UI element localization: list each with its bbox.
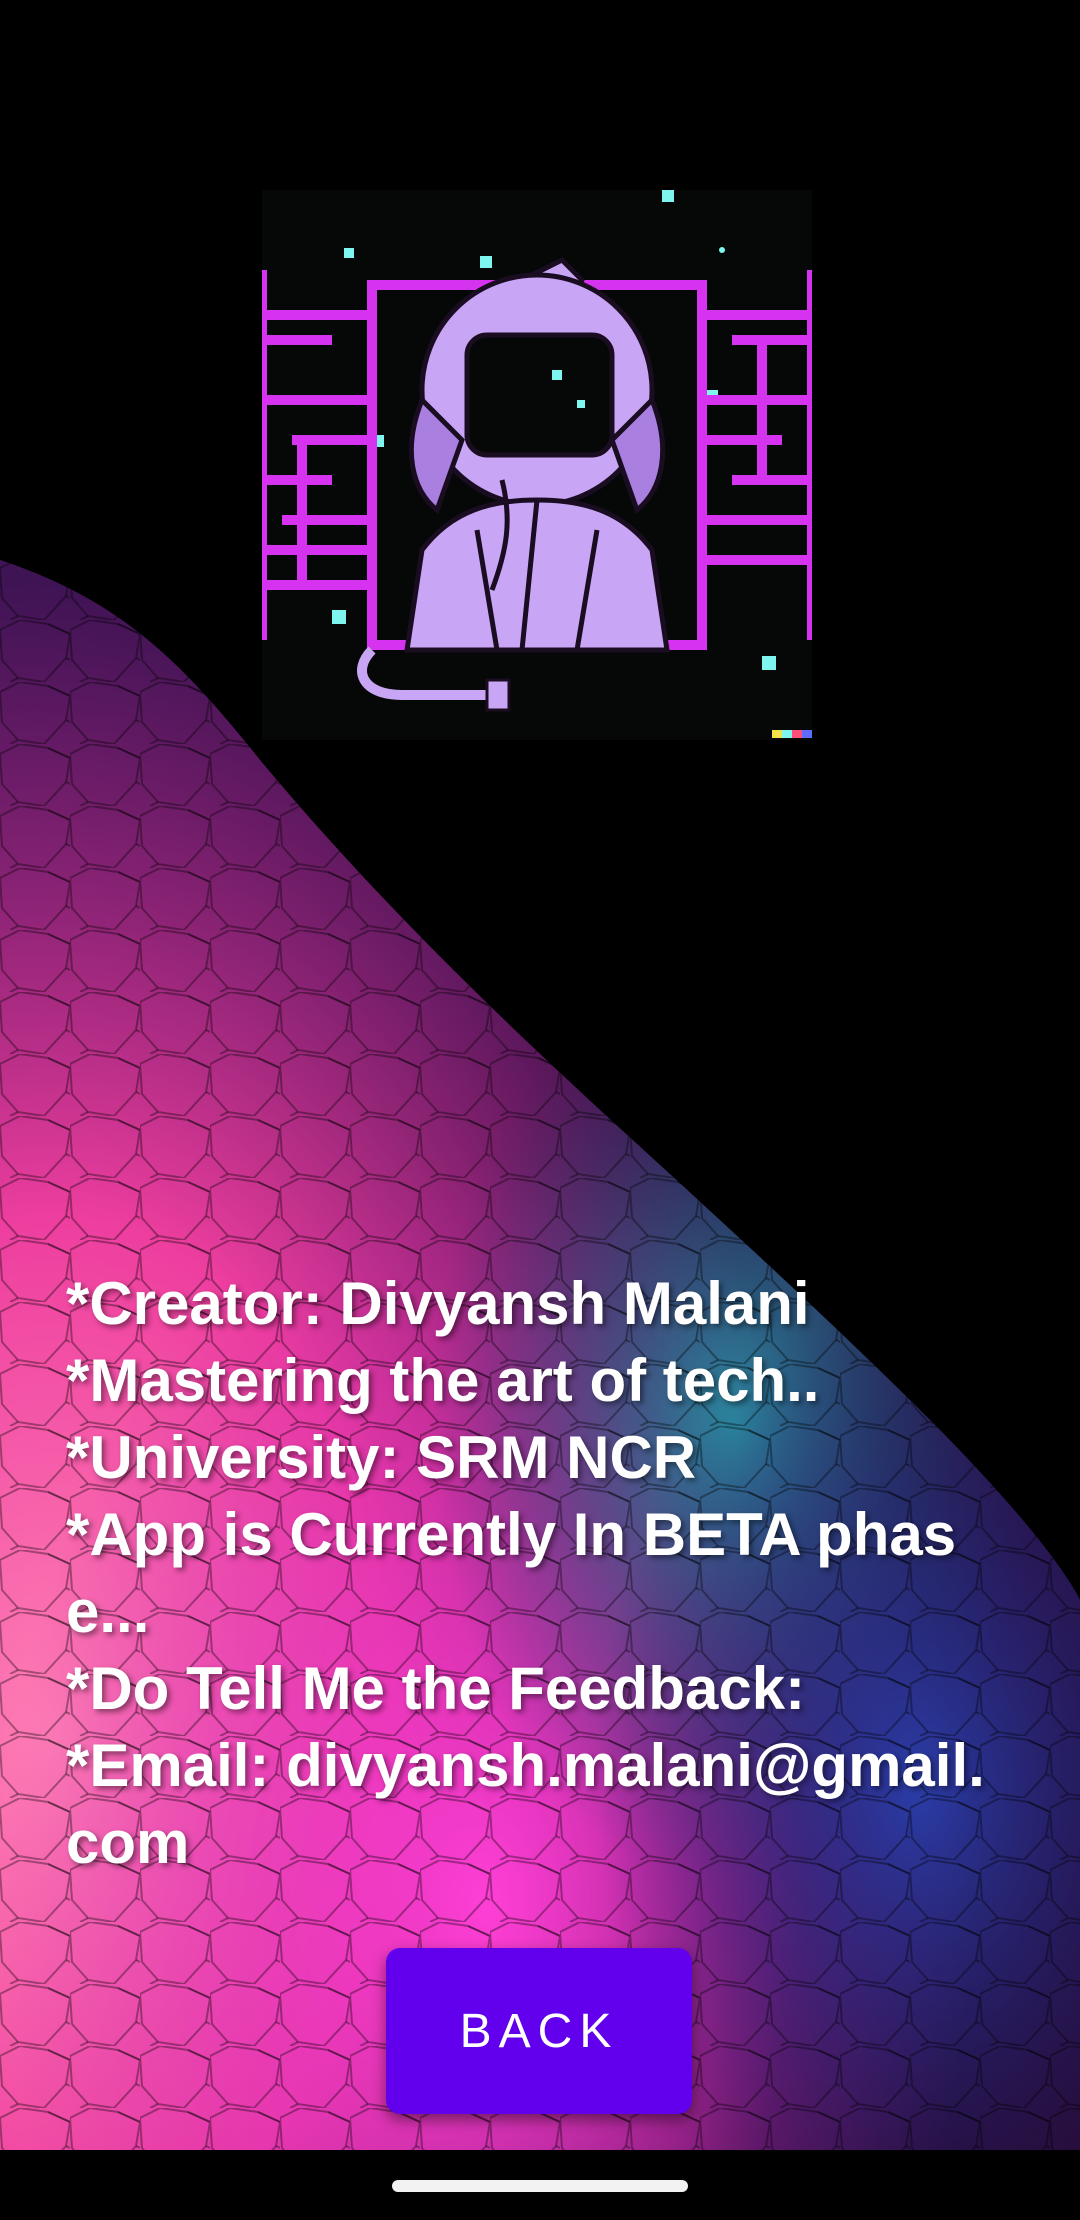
profile-image xyxy=(262,190,812,740)
feedback-line: *Do Tell Me the Feedback: xyxy=(66,1655,806,1722)
beta-notice-line: *App is Currently In BETA phase... xyxy=(66,1501,957,1645)
astronaut-icon xyxy=(262,190,812,740)
about-info-list: *Creator: Divyansh Malani *Mastering the… xyxy=(66,1265,1016,1881)
email-line: *Email: divyansh.malani@gmail.com xyxy=(66,1732,985,1876)
home-indicator[interactable] xyxy=(392,2180,688,2192)
creator-line: *Creator: Divyansh Malani xyxy=(66,1270,810,1337)
tagline-line: *Mastering the art of tech.. xyxy=(66,1347,820,1414)
about-screen: *Creator: Divyansh Malani *Mastering the… xyxy=(0,0,1080,2220)
back-button[interactable]: BACK xyxy=(386,1948,692,2114)
university-line: *University: SRM NCR xyxy=(66,1424,697,1491)
